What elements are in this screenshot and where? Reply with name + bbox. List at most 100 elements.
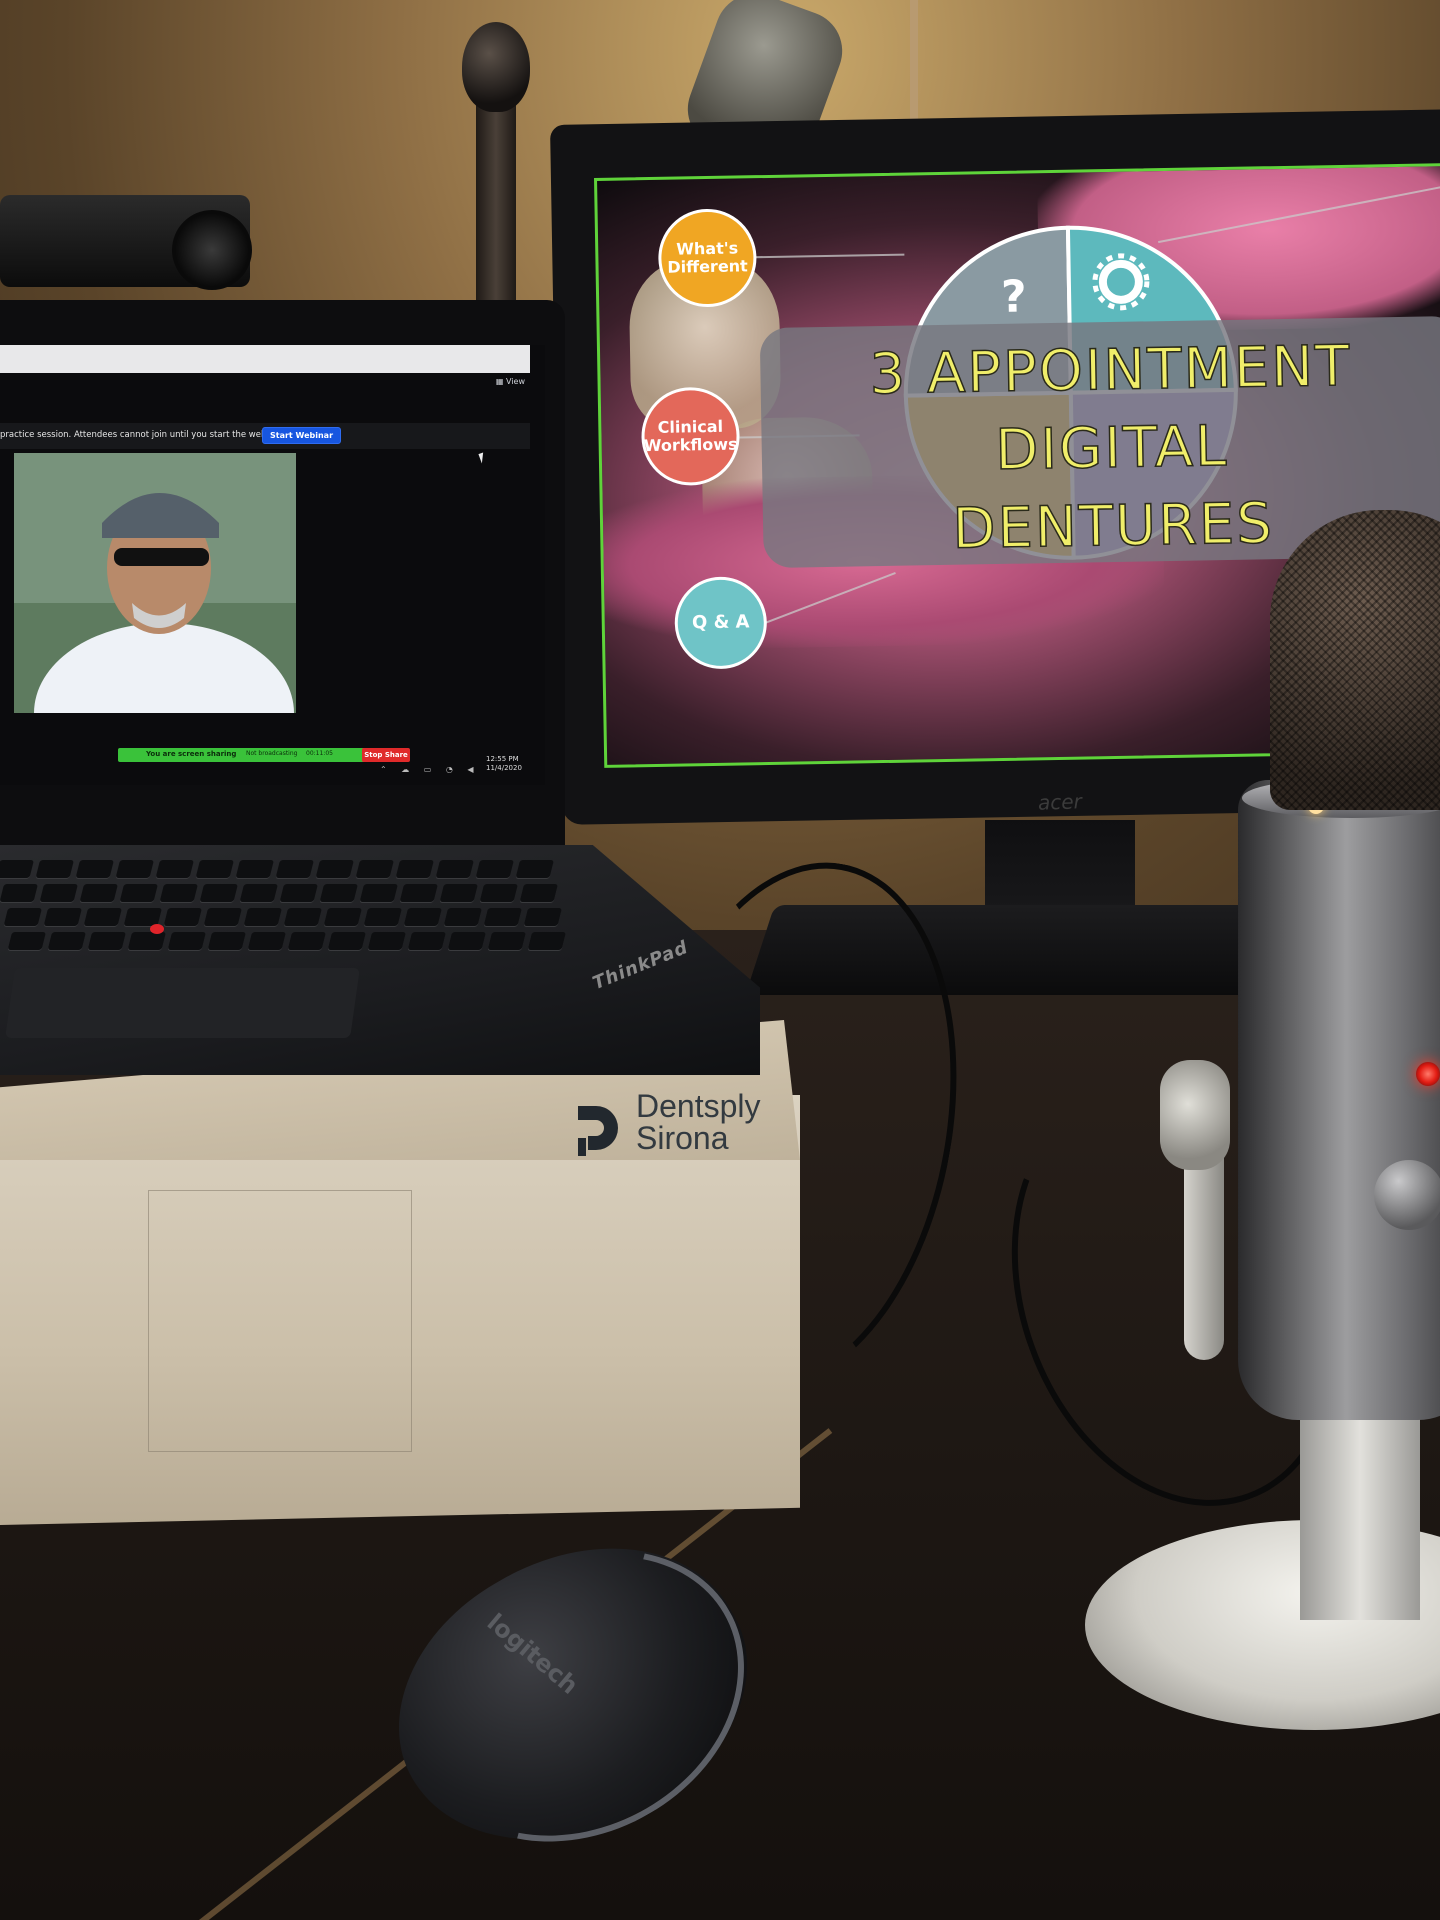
keyboard-key bbox=[367, 932, 407, 950]
keyboard-key bbox=[207, 932, 247, 950]
keyboard-key bbox=[119, 884, 159, 902]
mic-gain-knob bbox=[1374, 1160, 1440, 1230]
connector-line bbox=[754, 253, 905, 259]
keyboard-key bbox=[7, 932, 47, 950]
mic-body bbox=[1238, 780, 1440, 1420]
box-brand-line: Dentsply bbox=[636, 1088, 761, 1124]
keyboard-key bbox=[0, 884, 39, 902]
keyboard-key bbox=[287, 932, 327, 950]
notice-text: practice session. Attendees cannot join … bbox=[0, 430, 285, 440]
dentsply-logo-icon bbox=[578, 1106, 618, 1156]
zoom-view-button[interactable]: ▦ View bbox=[496, 377, 525, 386]
keyboard-key bbox=[515, 860, 554, 878]
box-brand-line: Sirona bbox=[636, 1120, 729, 1156]
keyboard-key bbox=[203, 908, 243, 926]
keyboard-key bbox=[363, 908, 403, 926]
mouse-cursor-icon bbox=[478, 452, 487, 464]
mic-adjust-wheel bbox=[1160, 1060, 1230, 1170]
keyboard-key bbox=[155, 860, 194, 878]
keyboard-key bbox=[115, 860, 154, 878]
key-row bbox=[3, 908, 598, 926]
keyboard-key bbox=[163, 908, 203, 926]
keyboard-key bbox=[327, 932, 367, 950]
keyboard-key bbox=[199, 884, 239, 902]
slide-title-line: DIGITAL bbox=[994, 413, 1230, 484]
grid-icon: ▦ bbox=[495, 377, 507, 386]
keyboard-key bbox=[523, 908, 563, 926]
bubble-label: Clinical Workflows bbox=[643, 416, 738, 456]
keyboard-key bbox=[47, 932, 87, 950]
start-webinar-button[interactable]: Start Webinar bbox=[262, 427, 342, 444]
photo-scene: ? What's Different Clinical Workflows Q … bbox=[0, 0, 1440, 1920]
share-status-text: You are screen sharing bbox=[146, 750, 237, 758]
keyboard-key bbox=[127, 932, 167, 950]
keyboard-key bbox=[399, 884, 439, 902]
stop-share-button[interactable]: Stop Share bbox=[362, 748, 410, 762]
keyboard-key bbox=[407, 932, 447, 950]
touchpad bbox=[5, 968, 360, 1038]
keyboard-key bbox=[247, 932, 287, 950]
taskbar-clock[interactable]: 12:55 PM 11/4/2020 bbox=[486, 755, 522, 773]
clock-time: 12:55 PM bbox=[486, 755, 519, 763]
clock-date: 11/4/2020 bbox=[486, 764, 522, 772]
keyboard-key bbox=[43, 908, 83, 926]
lamp-finial bbox=[462, 22, 530, 112]
box-brand: Dentsply Sirona bbox=[636, 1090, 761, 1154]
participant-video-tile bbox=[14, 453, 296, 713]
system-tray-icons: ⌃ ☁ ▭ ◔ ◀ bbox=[380, 765, 480, 774]
zoom-view-label: View bbox=[506, 377, 525, 386]
keyboard-key bbox=[79, 884, 119, 902]
keyboard-key bbox=[35, 860, 74, 878]
key-row bbox=[0, 860, 610, 878]
keyboard bbox=[0, 860, 610, 970]
keyboard-key bbox=[483, 908, 523, 926]
keyboard-key bbox=[39, 884, 79, 902]
keyboard-key bbox=[275, 860, 314, 878]
mic-mute-led bbox=[1416, 1062, 1440, 1086]
keyboard-key bbox=[279, 884, 319, 902]
keyboard-key bbox=[435, 860, 474, 878]
laptop-screen: ▦ View practice session. Attendees canno… bbox=[0, 345, 545, 785]
keyboard-key bbox=[443, 908, 483, 926]
mic-grille bbox=[1270, 510, 1440, 810]
keyboard-key bbox=[323, 908, 363, 926]
keyboard-key bbox=[355, 860, 394, 878]
keyboard-key bbox=[87, 932, 127, 950]
keyboard-key bbox=[3, 908, 43, 926]
participant-video bbox=[14, 453, 296, 713]
webcam-lens bbox=[172, 210, 252, 290]
keyboard-key bbox=[75, 860, 114, 878]
trackpoint bbox=[150, 924, 164, 934]
bubble-label: What's Different bbox=[667, 238, 748, 277]
keyboard-key bbox=[403, 908, 443, 926]
broadcast-status: Not broadcasting bbox=[246, 750, 298, 757]
key-row bbox=[7, 932, 592, 950]
share-timer: 00:11:05 bbox=[306, 750, 333, 757]
keyboard-key bbox=[527, 932, 567, 950]
screen-share-bar: You are screen sharing Not broadcasting … bbox=[118, 748, 410, 762]
keyboard-key bbox=[319, 884, 359, 902]
keyboard-key bbox=[359, 884, 399, 902]
keyboard-key bbox=[447, 932, 487, 950]
monitor-brand: acer bbox=[1037, 789, 1083, 815]
keyboard-key bbox=[239, 884, 279, 902]
question-icon: ? bbox=[1001, 271, 1027, 322]
zoom-practice-notice: practice session. Attendees cannot join … bbox=[0, 423, 530, 449]
mic-stand-neck bbox=[1300, 1400, 1420, 1620]
slide-title-line: 3 APPOINTMENT bbox=[868, 333, 1352, 408]
keyboard-key bbox=[283, 908, 323, 926]
bubble-label: Q & A bbox=[691, 611, 750, 634]
keyboard-key bbox=[395, 860, 434, 878]
keyboard-key bbox=[479, 884, 519, 902]
keyboard-key bbox=[243, 908, 283, 926]
keyboard-key bbox=[0, 860, 34, 878]
keyboard-key bbox=[167, 932, 207, 950]
bubble-qa: Q & A bbox=[673, 576, 768, 670]
keyboard-key bbox=[235, 860, 274, 878]
keyboard-key bbox=[315, 860, 354, 878]
keyboard-key bbox=[519, 884, 559, 902]
key-row bbox=[0, 884, 604, 902]
zoom-titlebar bbox=[0, 345, 530, 373]
keyboard-key bbox=[475, 860, 514, 878]
keyboard-key bbox=[159, 884, 199, 902]
